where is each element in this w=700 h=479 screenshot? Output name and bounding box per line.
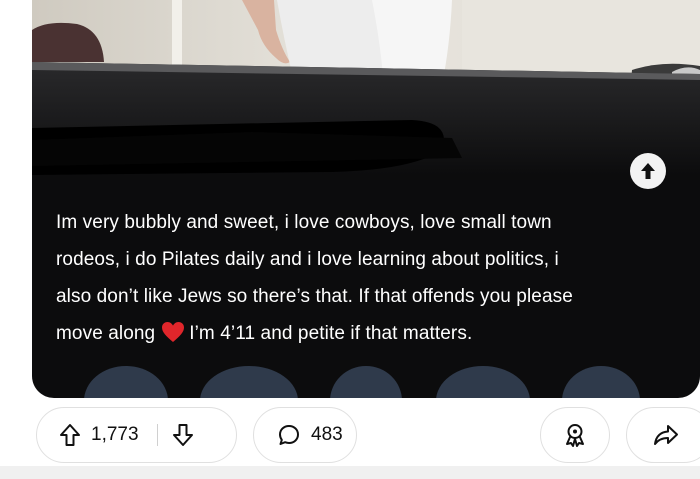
comment-count: 483 <box>311 424 343 445</box>
avatar[interactable] <box>330 366 402 398</box>
post-card: Im very bubbly and sweet, i love cowboys… <box>0 0 700 398</box>
award-button[interactable] <box>540 407 610 463</box>
caption-text: I’m 4’11 and petite if that matters. <box>189 323 473 344</box>
caption-line: move along I’m 4’11 and petite if that ma… <box>56 315 692 356</box>
post-media[interactable]: Im very bubbly and sweet, i love cowboys… <box>32 0 700 398</box>
caption-line: rodeos, i do Pilates daily and i love le… <box>56 249 559 270</box>
upvote-button[interactable] <box>59 423 81 447</box>
caption-line: also don’t like Jews so there’s that. If… <box>56 286 573 307</box>
vote-control: 1,773 <box>36 407 237 463</box>
score-count: 1,773 <box>91 424 139 445</box>
heart-icon <box>161 319 185 356</box>
downvote-arrow-icon <box>172 424 193 446</box>
avatar[interactable] <box>562 366 640 398</box>
post-photo <box>32 0 700 175</box>
comment-bubble-icon <box>277 423 301 447</box>
caption-line: Im very bubbly and sweet, i love cowboys… <box>56 212 552 233</box>
upvote-arrow-icon <box>60 424 80 446</box>
comments-button[interactable]: 483 <box>253 407 357 463</box>
share-button[interactable] <box>626 407 700 463</box>
avatar[interactable] <box>84 366 168 398</box>
feed-divider <box>0 466 700 479</box>
avatar[interactable] <box>200 366 298 398</box>
award-icon <box>566 424 584 447</box>
scroll-top-button[interactable] <box>630 153 666 189</box>
downvote-button[interactable] <box>172 423 194 447</box>
caption-text: move along <box>56 323 156 344</box>
post-caption: Im very bubbly and sweet, i love cowboys… <box>56 204 692 356</box>
avatar[interactable] <box>436 366 530 398</box>
arrow-up-icon <box>641 163 655 179</box>
vote-divider <box>156 424 158 446</box>
share-arrow-icon <box>654 425 678 445</box>
